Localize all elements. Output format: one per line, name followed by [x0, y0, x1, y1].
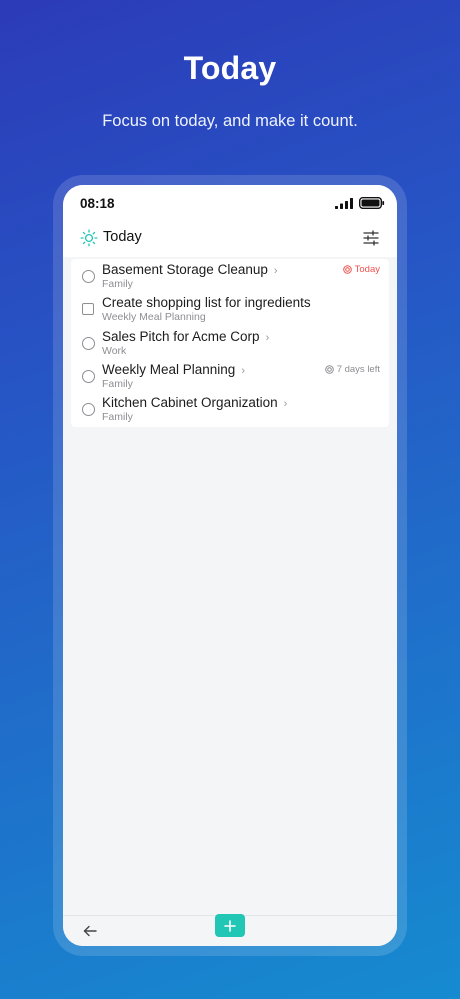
back-button[interactable]: [81, 922, 99, 940]
signal-icon: [335, 198, 353, 209]
sliders-icon: [363, 230, 379, 246]
due-label: 7 days left: [336, 364, 380, 375]
sun-icon: [80, 229, 98, 247]
plus-icon: [224, 919, 236, 932]
hero-subtitle: Focus on today, and make it count.: [102, 112, 358, 130]
task-list: Basement Storage Cleanup › Family Today C…: [71, 259, 389, 427]
target-icon: [324, 365, 334, 374]
task-title: Basement Storage Cleanup: [102, 262, 268, 277]
task-row[interactable]: Sales Pitch for Acme Corp › Work: [71, 327, 389, 360]
task-title: Kitchen Cabinet Organization: [102, 395, 278, 410]
filter-button[interactable]: [359, 227, 383, 249]
task-project: Family: [102, 378, 133, 390]
task-row[interactable]: Basement Storage Cleanup › Family Today: [71, 260, 389, 293]
phone-screen: 08:18 Today Basement Storage Cleanup › F…: [63, 185, 397, 946]
chevron-right-icon: ›: [273, 265, 278, 277]
task-checkbox[interactable]: [82, 337, 95, 350]
task-checkbox[interactable]: [82, 303, 94, 315]
chevron-right-icon: ›: [265, 332, 270, 344]
target-icon: [342, 265, 352, 274]
task-checkbox[interactable]: [82, 403, 95, 416]
chevron-right-icon: ›: [241, 365, 245, 377]
app-header: Today: [63, 221, 397, 257]
battery-icon: [359, 197, 385, 209]
task-row[interactable]: Kitchen Cabinet Organization › Family: [71, 393, 389, 426]
task-checkbox[interactable]: [82, 370, 95, 383]
task-row[interactable]: Create shopping list for ingredients Wee…: [71, 293, 389, 326]
chevron-right-icon: ›: [283, 398, 288, 410]
task-project: Family: [102, 278, 133, 290]
page-title: Today: [103, 229, 142, 245]
task-project: Weekly Meal Planning: [102, 311, 206, 323]
task-title: Create shopping list for ingredients: [102, 295, 311, 310]
task-project: Work: [102, 345, 127, 357]
hero-title: Today: [183, 50, 277, 86]
arrow-left-icon: [83, 925, 97, 937]
add-task-button[interactable]: [215, 914, 245, 937]
due-label: Today: [354, 264, 380, 275]
task-checkbox[interactable]: [82, 270, 95, 283]
task-project: Family: [102, 411, 133, 423]
task-title: Sales Pitch for Acme Corp: [102, 329, 260, 344]
bottom-bar: [63, 914, 397, 946]
status-bar: 08:18: [63, 185, 397, 221]
task-row[interactable]: Weekly Meal Planning › Family 7 days left: [71, 360, 389, 393]
due-badge: Today: [342, 264, 380, 275]
due-badge: 7 days left: [324, 364, 380, 375]
task-title: Weekly Meal Planning: [102, 362, 236, 377]
status-time: 08:18: [80, 196, 115, 211]
